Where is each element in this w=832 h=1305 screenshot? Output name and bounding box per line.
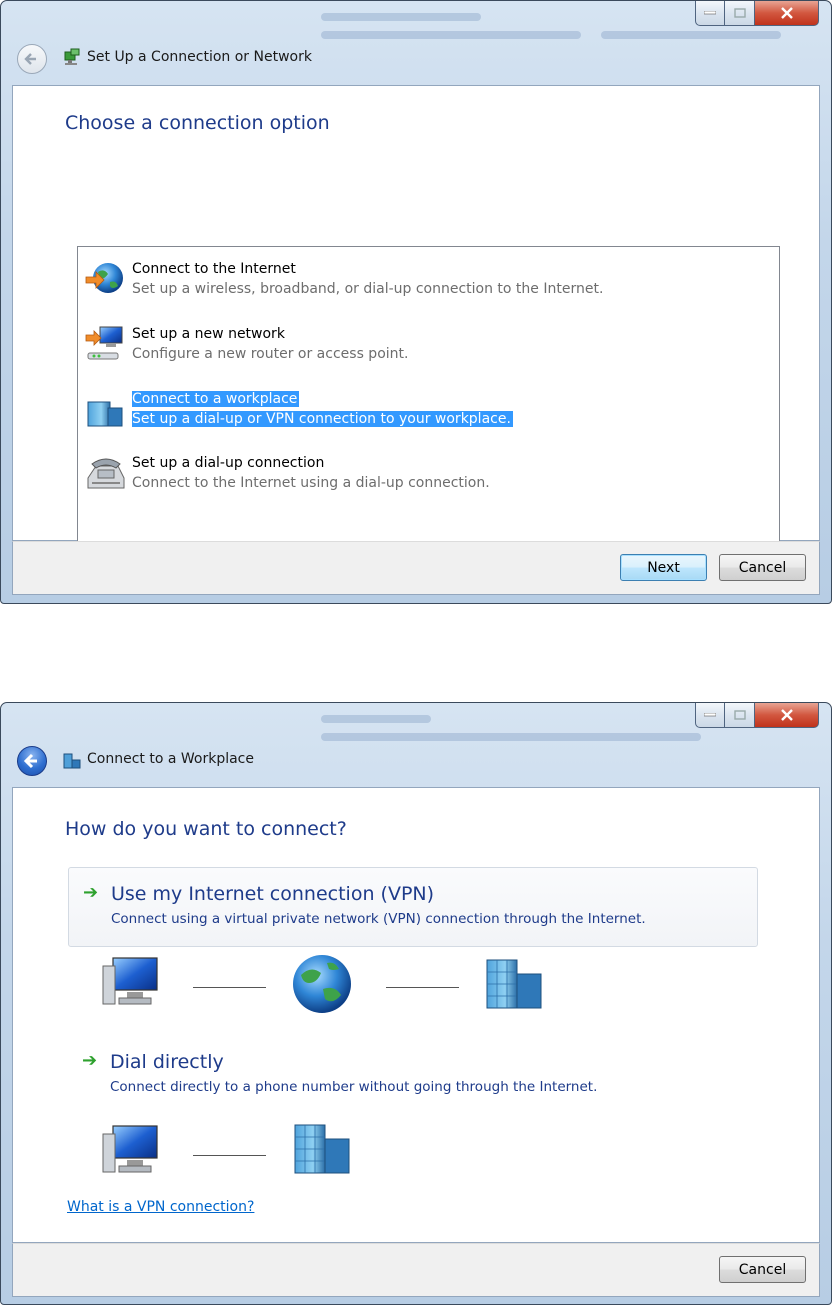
window-title: Set Up a Connection or Network [87,49,312,65]
choice-description: Connect directly to a phone number witho… [110,1079,598,1095]
workplace-building-icon [486,959,542,1009]
computer-icon [102,1125,158,1173]
connection-line [386,987,459,988]
back-arrow-icon [24,53,36,65]
router-icon [85,326,123,360]
workplace-building-icon [87,401,123,427]
workplace-building-icon [294,1124,350,1174]
page-heading: Choose a connection option [65,112,330,134]
option-connect-internet[interactable]: Connect to the Internet Set up a wireles… [84,258,603,304]
caption-buttons [695,703,819,728]
next-button[interactable]: Next [620,554,707,581]
choice-title: Use my Internet connection (VPN) [111,883,435,905]
maximize-button[interactable] [725,1,755,26]
close-icon [780,709,793,721]
choice-description: Connect using a virtual private network … [111,911,646,927]
minimize-button[interactable] [695,703,725,728]
caption-buttons [695,1,819,26]
dial-directly-option[interactable]: ➔ Dial directly Connect directly to a ph… [68,1048,758,1108]
back-arrow-icon [23,753,37,769]
phone-modem-icon [87,458,125,489]
setup-connection-window: Set Up a Connection or Network Choose a … [0,0,832,604]
globe-internet-icon [85,263,123,293]
cancel-button[interactable]: Cancel [719,1256,806,1283]
button-bar: Next Cancel [12,541,820,595]
option-description: Set up a wireless, broadband, or dial-up… [132,281,604,297]
background-blur [321,13,481,21]
back-button[interactable] [17,44,47,74]
option-title: Set up a dial-up connection [132,455,325,471]
computer-icon [102,957,158,1005]
option-description: Configure a new router or access point. [132,346,409,362]
background-blur [321,733,701,741]
option-connect-workplace[interactable]: Connect to a workplace Set up a dial-up … [84,388,584,434]
background-blur [601,31,781,39]
globe-icon [293,955,351,1013]
close-icon [780,7,793,19]
workplace-title-icon [63,753,81,769]
maximize-icon [733,710,746,720]
vpn-help-link[interactable]: What is a VPN connection? [67,1199,254,1215]
green-arrow-icon: ➔ [83,882,99,903]
window-title: Connect to a Workplace [87,751,254,767]
connect-workplace-window: Connect to a Workplace How do you want t… [0,702,832,1305]
close-button[interactable] [755,1,819,26]
connection-options-list[interactable]: Connect to the Internet Set up a wireles… [77,246,780,579]
connection-line [193,1155,266,1156]
connection-line [193,987,266,988]
maximize-button[interactable] [725,703,755,728]
choice-title: Dial directly [110,1051,224,1073]
option-title: Set up a new network [132,326,285,342]
back-button[interactable] [17,746,47,776]
minimize-icon [704,11,716,15]
option-dialup[interactable]: Set up a dial-up connection Connect to t… [84,452,584,498]
cancel-button[interactable]: Cancel [719,554,806,581]
maximize-icon [733,8,746,18]
page-heading: How do you want to connect? [65,818,347,840]
option-description: Connect to the Internet using a dial-up … [132,475,490,491]
close-button[interactable] [755,703,819,728]
network-setup-icon [64,48,80,65]
use-vpn-option[interactable]: ➔ Use my Internet connection (VPN) Conne… [68,867,758,947]
option-new-network[interactable]: Set up a new network Configure a new rou… [84,323,584,369]
minimize-icon [704,713,716,717]
option-title: Connect to a workplace [132,391,300,407]
background-blur [321,715,431,723]
minimize-button[interactable] [695,1,725,26]
button-bar: Cancel [12,1243,820,1297]
green-arrow-icon: ➔ [82,1050,98,1071]
option-title: Connect to the Internet [132,261,296,277]
background-blur [321,31,581,39]
content-area: How do you want to connect? ➔ Use my Int… [12,787,820,1243]
content-area: Choose a connection option Connect to th… [12,85,820,579]
option-description: Set up a dial-up or VPN connection to yo… [132,411,513,427]
